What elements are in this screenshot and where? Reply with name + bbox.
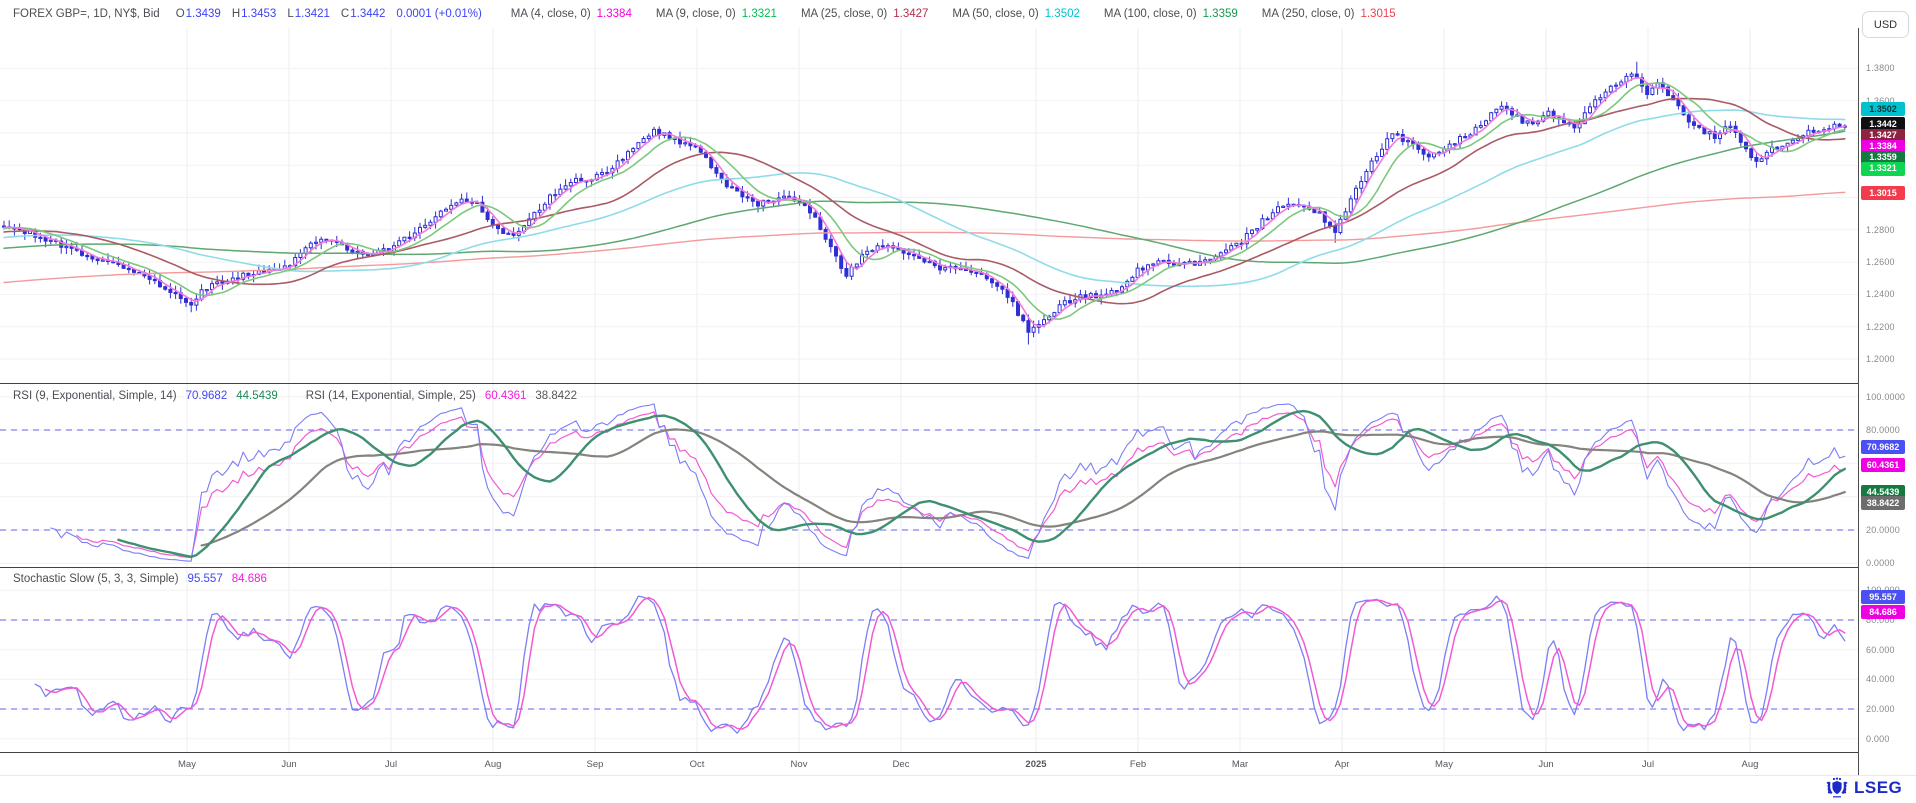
rsi9-avg-value: 44.5439 <box>236 390 278 402</box>
month-label: Mar <box>1232 759 1248 770</box>
panel-divider[interactable] <box>0 567 1916 568</box>
month-label: Jul <box>385 759 397 770</box>
ma-legend-item[interactable]: MA (50, close, 0)1.3502 <box>952 8 1079 20</box>
lseg-logo-text: LSEG <box>1854 778 1902 798</box>
stoch-k-value: 95.557 <box>188 573 223 585</box>
ma-legend-item[interactable]: MA (4, close, 0)1.3384 <box>511 8 632 20</box>
month-label: May <box>178 759 196 770</box>
stoch-d-badge: 84.686 <box>1861 605 1905 619</box>
ma-legend-item[interactable]: MA (9, close, 0)1.3321 <box>656 8 777 20</box>
ma9-price-badge: 1.3321 <box>1861 162 1905 176</box>
footer-divider <box>0 775 1916 776</box>
price-tick: 1.2800 <box>1866 225 1895 235</box>
lseg-crest-icon <box>1824 777 1850 798</box>
stoch-tick: 60.000 <box>1866 645 1895 655</box>
rsi-panel[interactable] <box>0 384 1858 567</box>
currency-toggle-button[interactable]: USD <box>1862 11 1909 38</box>
price-tick: 1.2200 <box>1866 322 1895 332</box>
rsi-tick: 80.0000 <box>1866 425 1900 435</box>
rsi-tick: 20.0000 <box>1866 525 1900 535</box>
symbol-title[interactable]: FOREX GBP=, 1D, NY$, Bid <box>13 8 160 20</box>
stochastic-legend: Stochastic Slow (5, 3, 3, Simple) 95.557… <box>13 573 267 585</box>
open-value: O1.3439 <box>176 8 221 20</box>
month-label: Jun <box>281 759 296 770</box>
stoch-k-badge: 95.557 <box>1861 590 1905 604</box>
rsi-legend-label-2[interactable]: RSI (14, Exponential, Simple, 25) <box>306 390 476 402</box>
stoch-tick: 0.000 <box>1866 734 1890 744</box>
month-label: Sep <box>587 759 604 770</box>
stochastic-panel[interactable] <box>0 568 1858 752</box>
high-value: H1.3453 <box>232 8 277 20</box>
rsi14-avg-value: 38.8422 <box>535 390 577 402</box>
month-label: May <box>1435 759 1453 770</box>
month-label: Apr <box>1335 759 1350 770</box>
panel-divider[interactable] <box>0 383 1916 384</box>
rsi9-badge: 70.9682 <box>1861 440 1905 454</box>
month-label: Oct <box>690 759 705 770</box>
price-tick: 1.2400 <box>1866 289 1895 299</box>
month-label: Jul <box>1642 759 1654 770</box>
ma-legend-group: MA (4, close, 0)1.3384 MA (9, close, 0)1… <box>511 8 1420 20</box>
time-axis[interactable]: May Jun Jul Aug Sep Oct Nov Dec 2025 Feb… <box>0 753 1858 775</box>
price-tick: 1.3800 <box>1866 63 1895 73</box>
month-label: Aug <box>1742 759 1759 770</box>
rsi14-value: 60.4361 <box>485 390 527 402</box>
ma250-price-badge: 1.3015 <box>1861 186 1905 200</box>
stoch-legend-label[interactable]: Stochastic Slow (5, 3, 3, Simple) <box>13 573 179 585</box>
ma-legend-item[interactable]: MA (25, close, 0)1.3427 <box>801 8 928 20</box>
month-label: Nov <box>791 759 808 770</box>
ma50-price-badge: 1.3502 <box>1861 102 1905 116</box>
rsi-tick: 0.0000 <box>1866 558 1895 568</box>
rsi-legend: RSI (9, Exponential, Simple, 14) 70.9682… <box>13 390 577 402</box>
year-label: 2025 <box>1025 759 1046 770</box>
low-value: L1.3421 <box>287 8 330 20</box>
ma-legend-item[interactable]: MA (100, close, 0)1.3359 <box>1104 8 1238 20</box>
month-label: Feb <box>1130 759 1146 770</box>
month-label: Dec <box>893 759 910 770</box>
rsi-legend-label[interactable]: RSI (9, Exponential, Simple, 14) <box>13 390 177 402</box>
close-value: C1.3442 <box>341 8 386 20</box>
price-tick: 1.2600 <box>1866 257 1895 267</box>
main-price-panel[interactable] <box>0 28 1858 383</box>
stoch-tick: 40.000 <box>1866 674 1895 684</box>
lseg-logo: LSEG <box>1824 777 1902 798</box>
rsi9-value: 70.9682 <box>186 390 228 402</box>
price-tick: 1.2000 <box>1866 354 1895 364</box>
stoch-d-value: 84.686 <box>232 573 267 585</box>
stoch-tick: 20.000 <box>1866 704 1895 714</box>
month-label: Jun <box>1538 759 1553 770</box>
rsi14-avg-badge: 38.8422 <box>1861 496 1905 510</box>
chart-legend-bar: FOREX GBP=, 1D, NY$, Bid O1.3439 H1.3453… <box>0 0 1863 28</box>
month-label: Aug <box>485 759 502 770</box>
change-value: 0.0001 (+0.01%) <box>396 8 481 20</box>
rsi14-badge: 60.4361 <box>1861 458 1905 472</box>
rsi-tick: 100.0000 <box>1866 392 1905 402</box>
price-axis[interactable]: 1.3800 1.3600 1.2800 1.2600 1.2400 1.220… <box>1859 0 1916 775</box>
ma-legend-item[interactable]: MA (250, close, 0)1.3015 <box>1262 8 1396 20</box>
